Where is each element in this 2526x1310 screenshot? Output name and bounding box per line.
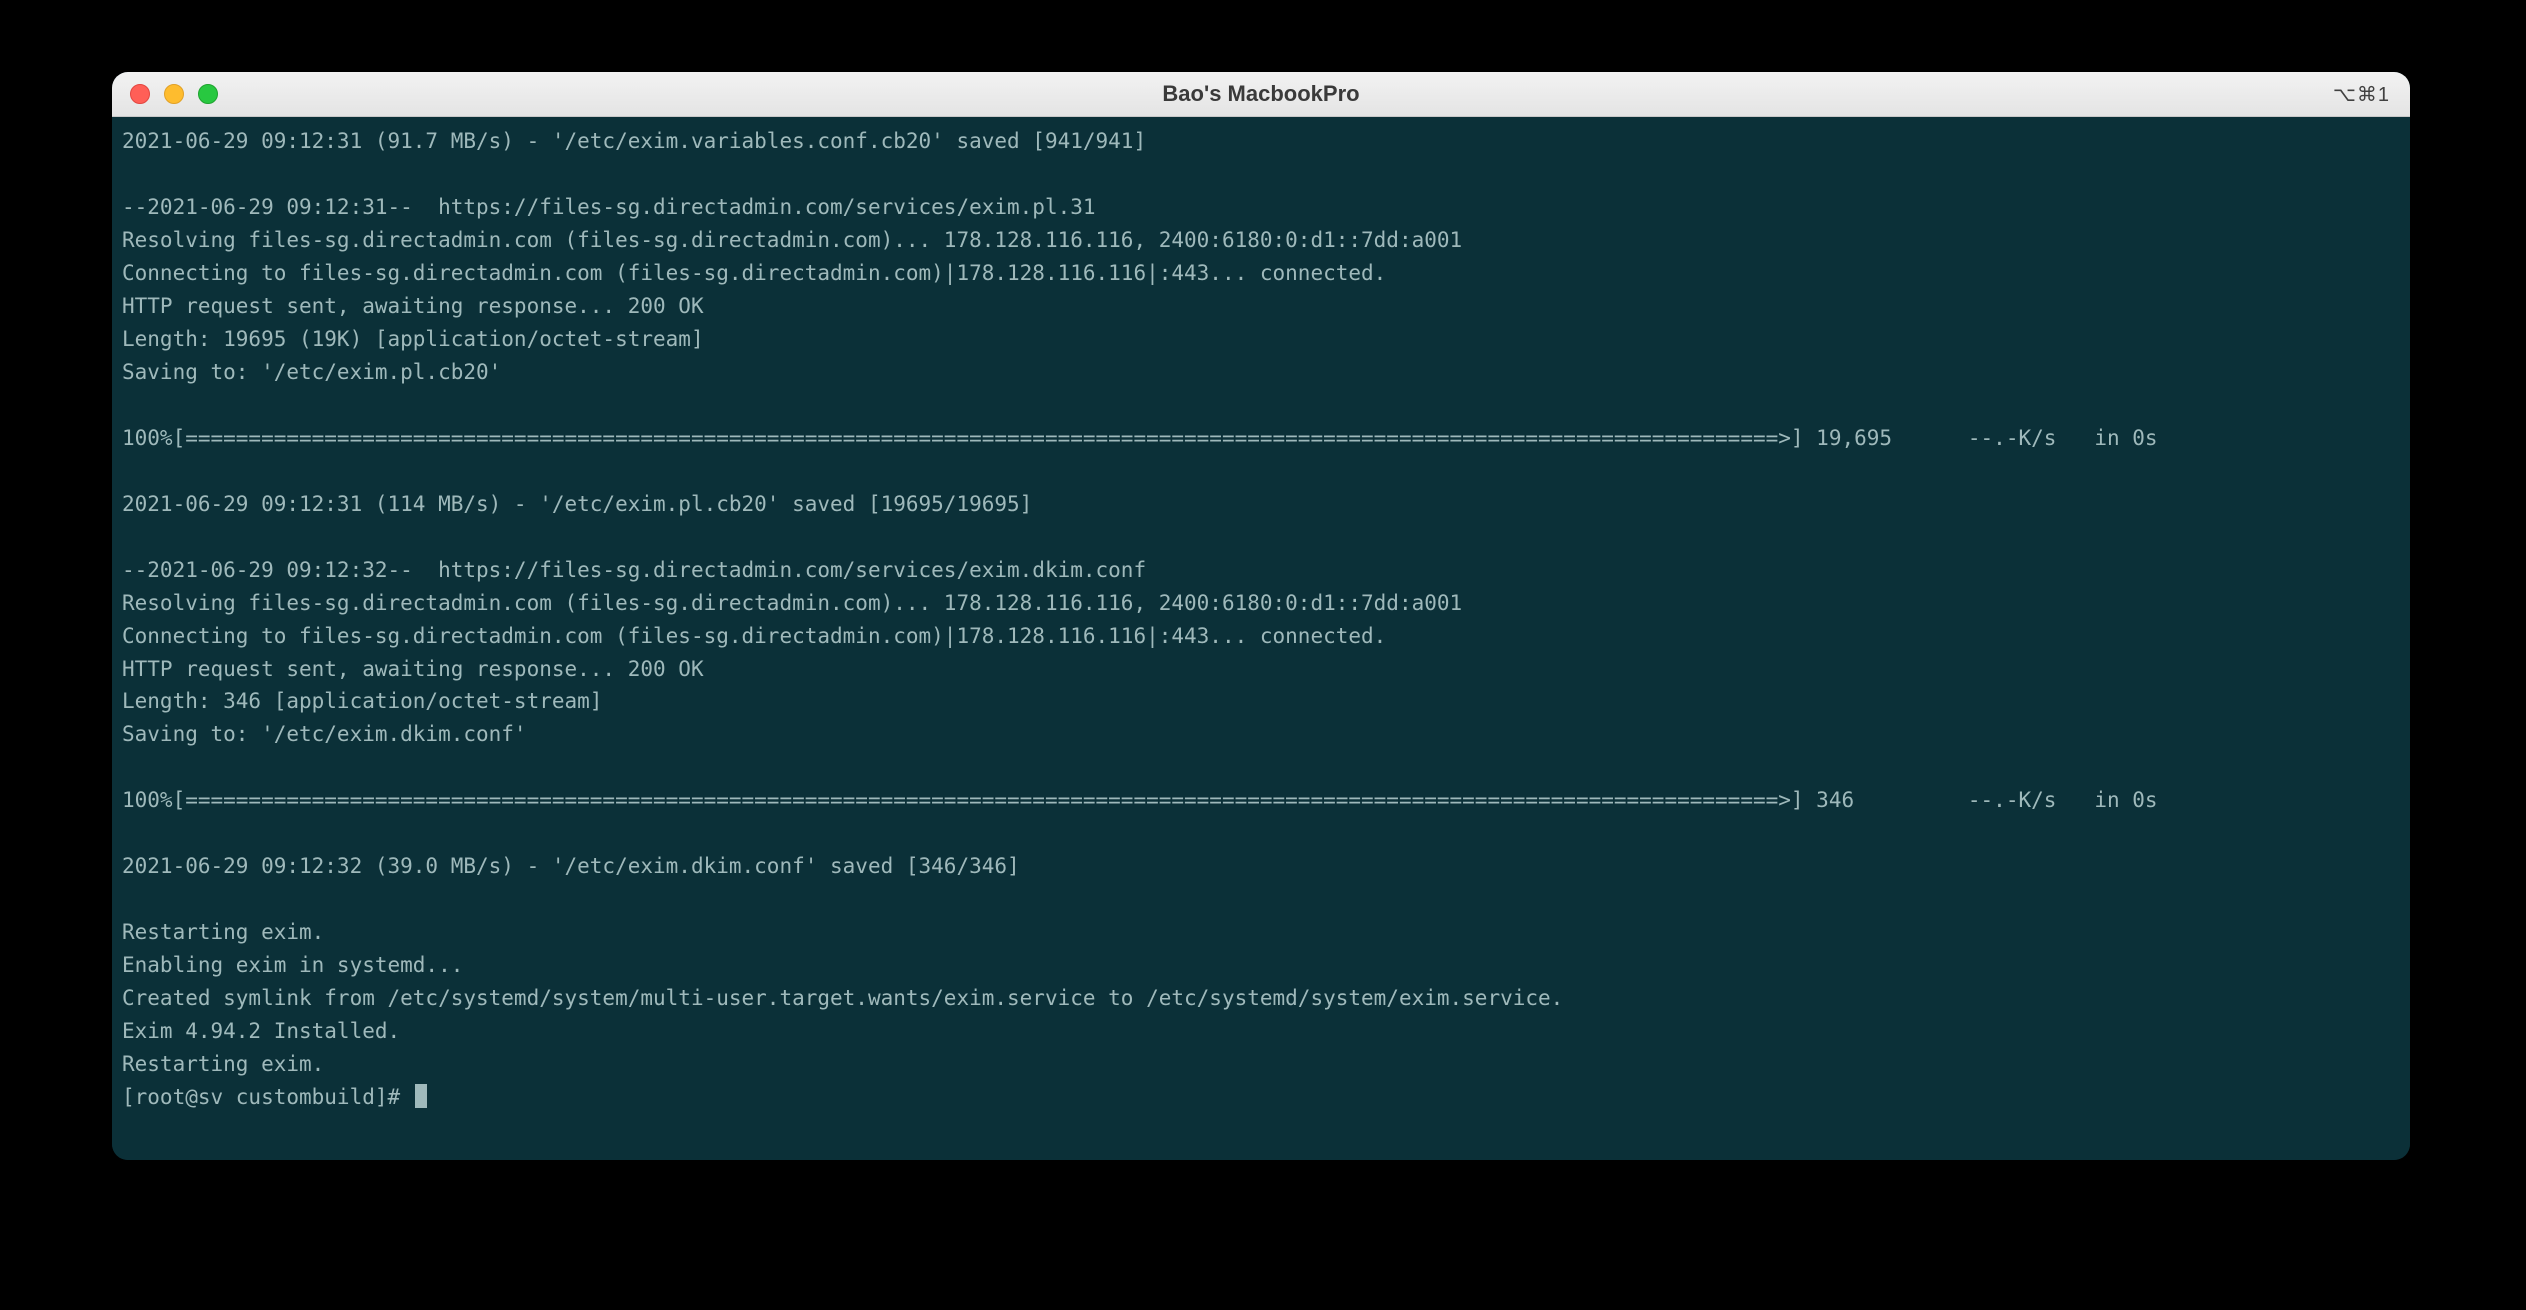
terminal-window: Bao's MacbookPro ⌥⌘1 2021-06-29 09:12:31…	[112, 72, 2410, 1160]
titlebar: Bao's MacbookPro ⌥⌘1	[112, 72, 2410, 117]
window-title: Bao's MacbookPro	[112, 81, 2410, 107]
terminal-output: 2021-06-29 09:12:31 (91.7 MB/s) - '/etc/…	[122, 125, 2400, 1114]
shortcut-label: ⌥⌘1	[2333, 82, 2390, 107]
close-icon[interactable]	[130, 84, 150, 104]
minimize-icon[interactable]	[164, 84, 184, 104]
traffic-lights	[130, 84, 218, 104]
cursor-icon	[415, 1084, 427, 1108]
terminal-body[interactable]: 2021-06-29 09:12:31 (91.7 MB/s) - '/etc/…	[112, 117, 2410, 1160]
maximize-icon[interactable]	[198, 84, 218, 104]
